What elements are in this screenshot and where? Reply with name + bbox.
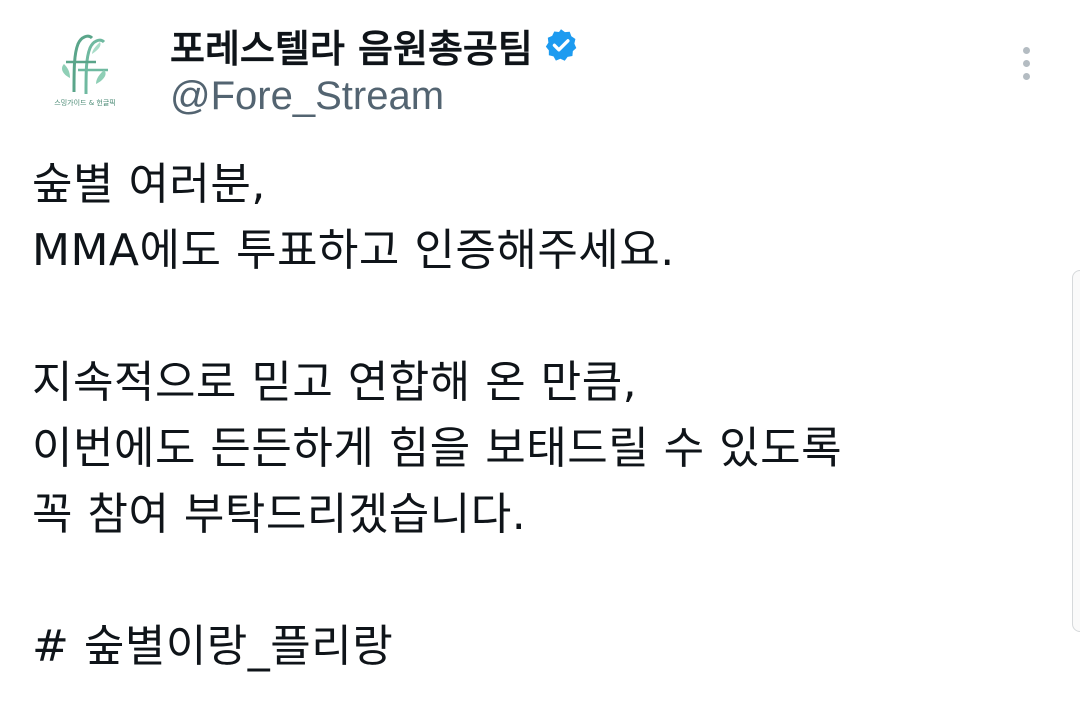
verified-badge-icon	[545, 29, 577, 61]
tweet-line: 지속적으로 믿고 연합해 온 만큼,	[32, 357, 638, 408]
avatar[interactable]: 스밍가이드 & 헌글픽	[30, 14, 140, 124]
avatar-caption: 스밍가이드 & 헌글픽	[54, 99, 116, 107]
user-handle[interactable]: @Fore_Stream	[170, 74, 444, 119]
more-options-button[interactable]	[1006, 38, 1046, 88]
tweet-line: 꼭 참여 부탁드리겠습니다.	[32, 489, 527, 540]
more-dot	[1022, 59, 1030, 67]
display-name[interactable]: 포레스텔라 음원총공팀	[170, 18, 533, 73]
tweet-line: MMA에도 투표하고 인증해주세요.	[32, 225, 675, 276]
name-row: 포레스텔라 음원총공팀	[170, 22, 579, 71]
scrollbar[interactable]	[1072, 270, 1080, 632]
tweet-text: 숲별 여러분, MMA에도 투표하고 인증해주세요. 지속적으로 믿고 연합해 …	[32, 152, 1032, 680]
tweet-line: 숲별 여러분,	[32, 159, 266, 210]
more-dot	[1022, 72, 1030, 80]
more-vertical-icon	[1022, 46, 1030, 54]
hashtag-link[interactable]: # 숲별이랑_플리랑	[32, 614, 1032, 680]
tweet-line: 이번에도 든든하게 힘을 보태드릴 수 있도록	[32, 423, 843, 474]
